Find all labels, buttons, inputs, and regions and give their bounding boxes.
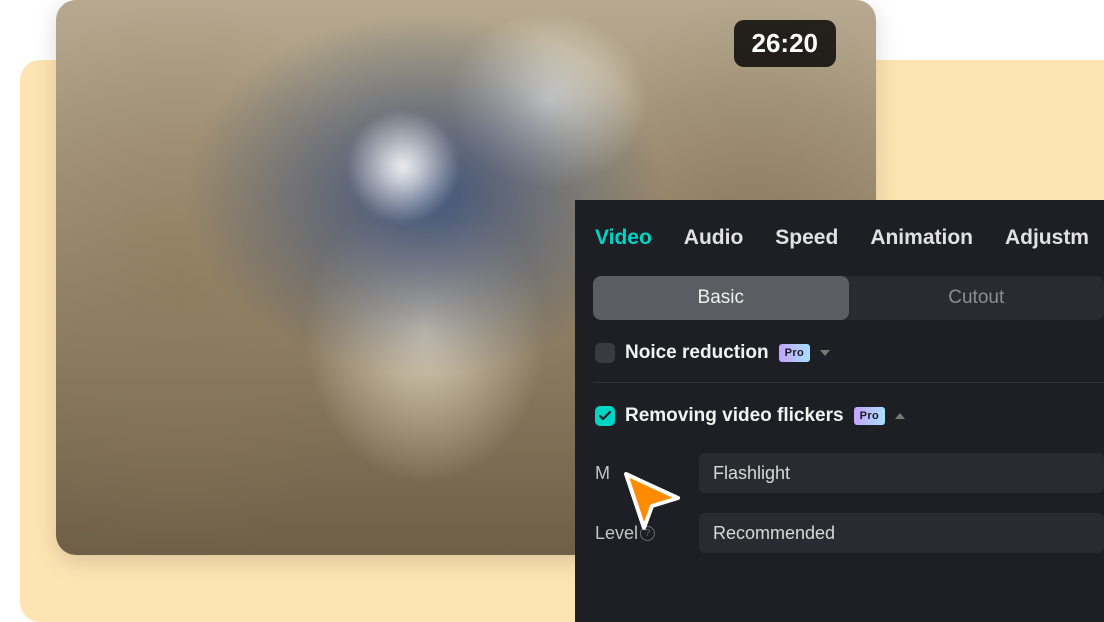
field-mode-label: M bbox=[595, 463, 683, 484]
chevron-up-icon[interactable] bbox=[895, 413, 905, 419]
field-mode-select[interactable]: Flashlight bbox=[699, 453, 1104, 493]
subtab-row: Basic Cutout bbox=[593, 276, 1104, 320]
tab-adjustment[interactable]: Adjustm bbox=[1005, 226, 1089, 250]
tab-animation[interactable]: Animation bbox=[870, 226, 973, 250]
pro-badge-icon: Pro bbox=[779, 344, 811, 362]
field-mode-value: Flashlight bbox=[713, 463, 790, 484]
label-noise-reduction: Noice reduction bbox=[625, 342, 769, 364]
subtab-cutout[interactable]: Cutout bbox=[849, 276, 1104, 320]
tab-video[interactable]: Video bbox=[595, 226, 652, 250]
field-mode-row: M Flashlight bbox=[595, 443, 1104, 503]
tab-speed[interactable]: Speed bbox=[775, 226, 838, 250]
checkbox-noise-reduction[interactable] bbox=[595, 343, 615, 363]
option-noise-reduction[interactable]: Noice reduction Pro bbox=[593, 320, 1104, 383]
chevron-down-icon[interactable] bbox=[820, 350, 830, 356]
field-level-select[interactable]: Recommended bbox=[699, 513, 1104, 553]
checkbox-removing-flickers[interactable] bbox=[595, 406, 615, 426]
properties-panel: Video Audio Speed Animation Adjustm Basi… bbox=[575, 200, 1104, 622]
flicker-fields: M Flashlight Level ? Recommended bbox=[593, 437, 1104, 563]
option-removing-flickers[interactable]: Removing video flickers Pro bbox=[593, 383, 1104, 437]
help-icon[interactable]: ? bbox=[640, 526, 655, 541]
field-level-label: Level ? bbox=[595, 523, 683, 544]
subtab-basic[interactable]: Basic bbox=[593, 276, 849, 320]
label-removing-flickers: Removing video flickers bbox=[625, 405, 844, 427]
video-timestamp: 26:20 bbox=[734, 20, 837, 67]
pro-badge-icon: Pro bbox=[854, 407, 886, 425]
field-level-value: Recommended bbox=[713, 523, 835, 544]
panel-tabs: Video Audio Speed Animation Adjustm bbox=[593, 226, 1104, 276]
field-level-row: Level ? Recommended bbox=[595, 503, 1104, 563]
tab-audio[interactable]: Audio bbox=[684, 226, 743, 250]
